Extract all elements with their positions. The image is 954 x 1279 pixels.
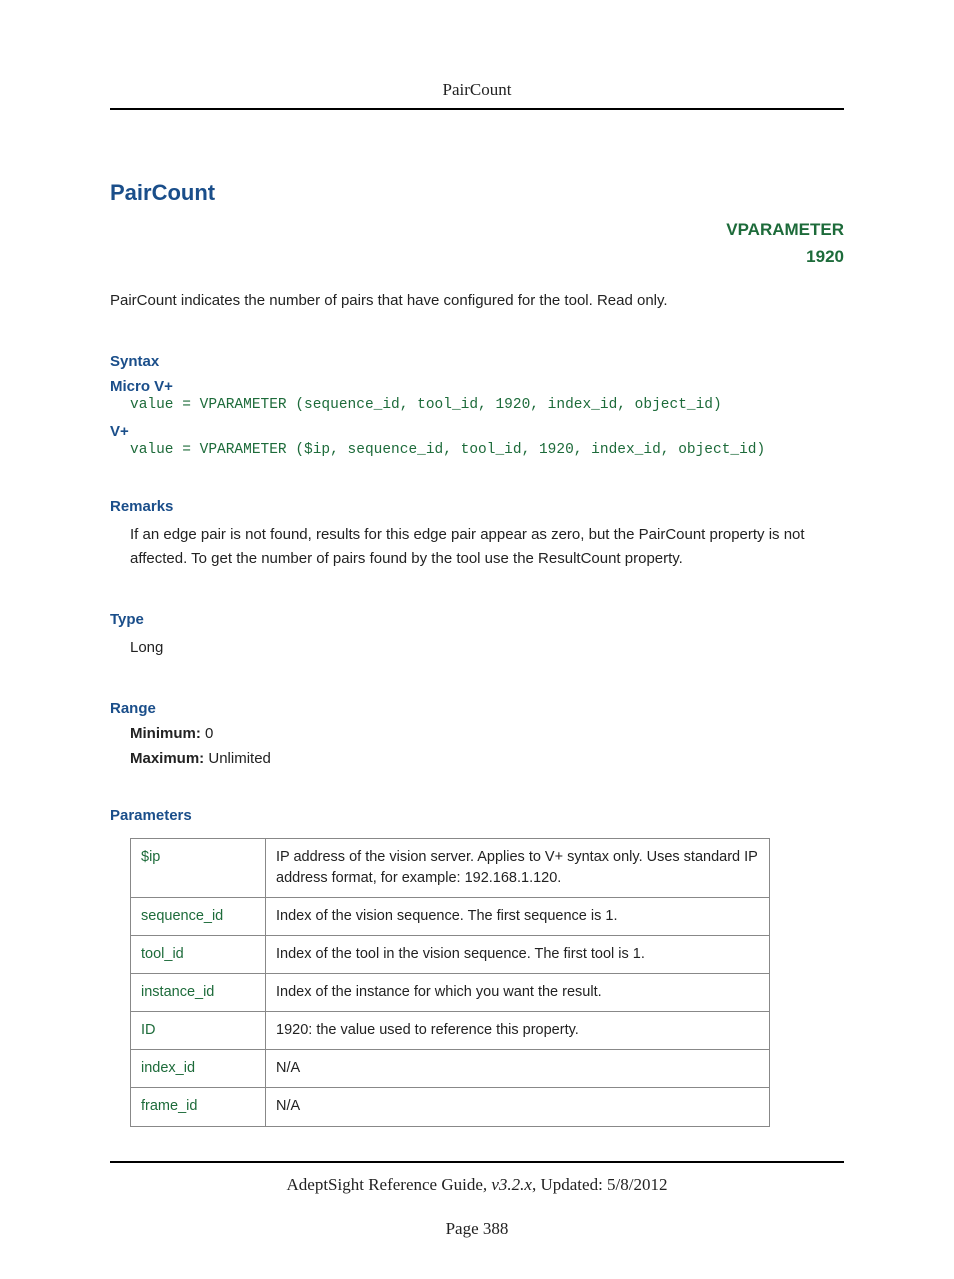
range-min-label: Minimum: bbox=[130, 725, 201, 742]
table-row: ID 1920: the value used to reference thi… bbox=[131, 1012, 770, 1050]
footer-guide: AdeptSight Reference Guide bbox=[287, 1175, 483, 1194]
param-name: index_id bbox=[131, 1050, 266, 1088]
vplus-code: value = VPARAMETER ($ip, sequence_id, to… bbox=[130, 442, 844, 458]
parameters-heading: Parameters bbox=[110, 807, 844, 824]
param-desc: Index of the tool in the vision sequence… bbox=[266, 936, 770, 974]
description-text: PairCount indicates the number of pairs … bbox=[110, 290, 844, 311]
remarks-text: If an edge pair is not found, results fo… bbox=[130, 523, 844, 571]
range-min-value: 0 bbox=[205, 725, 213, 742]
parameters-table: $ip IP address of the vision server. App… bbox=[130, 838, 770, 1126]
param-name: ID bbox=[131, 1012, 266, 1050]
header-rule bbox=[110, 108, 844, 110]
table-row: tool_id Index of the tool in the vision … bbox=[131, 936, 770, 974]
param-name: instance_id bbox=[131, 974, 266, 1012]
param-desc: Index of the instance for which you want… bbox=[266, 974, 770, 1012]
param-name: sequence_id bbox=[131, 898, 266, 936]
footer-rule bbox=[110, 1161, 844, 1163]
range-minimum: Minimum: 0 bbox=[130, 725, 844, 742]
page-title: PairCount bbox=[110, 180, 844, 206]
table-row: index_id N/A bbox=[131, 1050, 770, 1088]
table-row: instance_id Index of the instance for wh… bbox=[131, 974, 770, 1012]
remarks-heading: Remarks bbox=[110, 498, 844, 515]
footer-version: , v3.2.x bbox=[483, 1175, 532, 1194]
param-name: $ip bbox=[131, 839, 266, 898]
range-max-label: Maximum: bbox=[130, 750, 204, 767]
param-desc: N/A bbox=[266, 1050, 770, 1088]
page-number: Page 388 bbox=[110, 1219, 844, 1239]
type-value: Long bbox=[130, 636, 844, 660]
vparameter-id: 1920 bbox=[110, 243, 844, 270]
range-max-value: Unlimited bbox=[208, 750, 271, 767]
syntax-heading: Syntax bbox=[110, 353, 844, 370]
param-desc: 1920: the value used to reference this p… bbox=[266, 1012, 770, 1050]
vparameter-tag: VPARAMETER 1920 bbox=[110, 216, 844, 270]
running-header: PairCount bbox=[110, 80, 844, 100]
footer-updated: , Updated: 5/8/2012 bbox=[532, 1175, 668, 1194]
param-desc: N/A bbox=[266, 1088, 770, 1126]
table-row: frame_id N/A bbox=[131, 1088, 770, 1126]
type-heading: Type bbox=[110, 611, 844, 628]
range-maximum: Maximum: Unlimited bbox=[130, 750, 844, 767]
table-row: sequence_id Index of the vision sequence… bbox=[131, 898, 770, 936]
vparameter-label: VPARAMETER bbox=[110, 216, 844, 243]
param-desc: Index of the vision sequence. The first … bbox=[266, 898, 770, 936]
range-heading: Range bbox=[110, 700, 844, 717]
vplus-label: V+ bbox=[110, 423, 844, 440]
microv-label: Micro V+ bbox=[110, 378, 844, 395]
microv-code: value = VPARAMETER (sequence_id, tool_id… bbox=[130, 397, 844, 413]
footer-citation: AdeptSight Reference Guide, v3.2.x, Upda… bbox=[110, 1175, 844, 1195]
param-desc: IP address of the vision server. Applies… bbox=[266, 839, 770, 898]
param-name: frame_id bbox=[131, 1088, 266, 1126]
table-row: $ip IP address of the vision server. App… bbox=[131, 839, 770, 898]
param-name: tool_id bbox=[131, 936, 266, 974]
